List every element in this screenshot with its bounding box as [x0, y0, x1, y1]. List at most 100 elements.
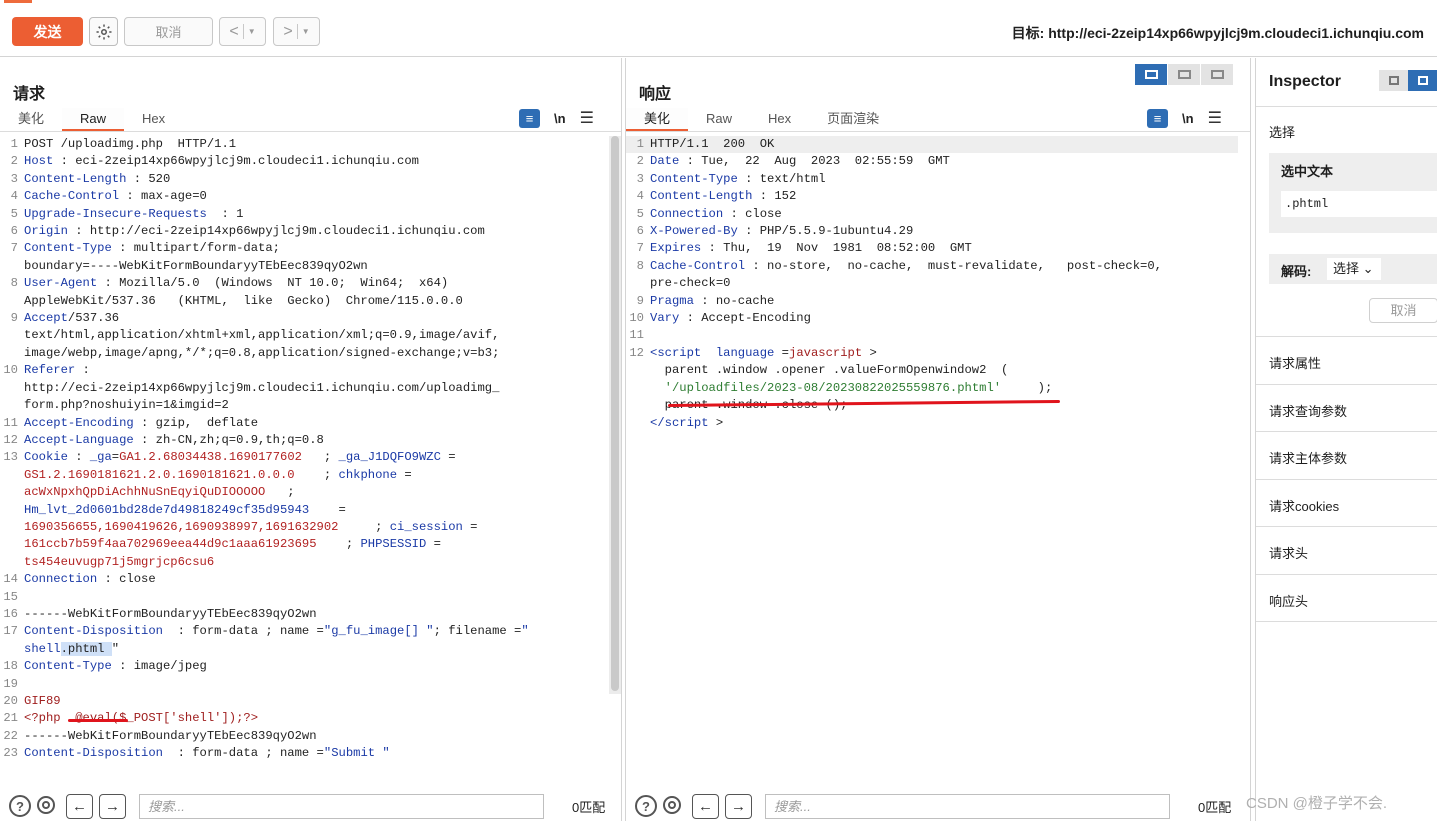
tab-hex[interactable]: Hex	[124, 108, 183, 132]
code-line[interactable]: 19	[0, 676, 608, 693]
code-line[interactable]: 4 Content-Length : 152	[626, 188, 1238, 205]
code-line[interactable]: 7 Content-Type : multipart/form-data;	[0, 240, 608, 257]
code-line[interactable]: 1690356655,1690419626,1690938997,1691632…	[0, 519, 608, 536]
layout-icon[interactable]	[1408, 70, 1437, 91]
request-scrollbar[interactable]	[611, 136, 619, 691]
target-url[interactable]: 目标: http://eci-2zeip14xp66wpyjlcj9m.clou…	[1012, 23, 1424, 43]
layout-tabs-icon[interactable]	[1201, 64, 1234, 85]
dropdown-arrow-icon[interactable]: ▼	[248, 27, 256, 36]
code-line[interactable]: 8 User-Agent : Mozilla/5.0 (Windows NT 10…	[0, 275, 608, 292]
code-line[interactable]: 14 Connection : close	[0, 571, 608, 588]
code-line[interactable]: boundary=----WebKitFormBoundaryyTEbEec83…	[0, 258, 608, 275]
code-line[interactable]: 9 Pragma : no-cache	[626, 293, 1238, 310]
code-line[interactable]: 3 Content-Type : text/html	[626, 171, 1238, 188]
tab-raw[interactable]: Raw	[688, 108, 750, 132]
code-line[interactable]: 10 Vary : Accept-Encoding	[626, 310, 1238, 327]
code-line[interactable]: 5 Upgrade-Insecure-Requests : 1	[0, 206, 608, 223]
code-line[interactable]: 23 Content-Disposition : form-data ; name…	[0, 745, 608, 762]
code-line[interactable]: shell.phtml "	[0, 641, 608, 658]
code-line[interactable]: 10 Referer :	[0, 362, 608, 379]
cancel-button[interactable]: 取消	[124, 17, 213, 46]
section-request-attributes[interactable]: 请求属性	[1256, 336, 1437, 384]
code-line[interactable]: form.php?noshuiyin=1&imgid=2	[0, 397, 608, 414]
code-line[interactable]: 13 Cookie : _ga = GA1.2.68034438.1690177602…	[0, 449, 608, 466]
help-icon[interactable]: ?	[9, 795, 31, 817]
code-line[interactable]: 15	[0, 589, 608, 606]
tab-hex[interactable]: Hex	[750, 108, 809, 132]
code-line[interactable]: AppleWebKit/537.36 (KHTML, like Gecko) C…	[0, 293, 608, 310]
search-next-button[interactable]: →	[725, 793, 752, 819]
section-query-params[interactable]: 请求查询参数	[1256, 384, 1437, 432]
menu-icon[interactable]: ☰	[580, 108, 594, 128]
code-line[interactable]: GS1.2.1690181621.2.0.1690181621.0.0.0 ; …	[0, 467, 608, 484]
forward-button[interactable]: > ▼	[273, 17, 320, 46]
code-line[interactable]: parent .window .opener .valueFormOpenwin…	[626, 362, 1238, 379]
help-icon[interactable]: ?	[635, 795, 657, 817]
gear-icon[interactable]	[34, 793, 58, 820]
code-line[interactable]: 2 Date : Tue, 22 Aug 2023 02:55:59 GMT	[626, 153, 1238, 170]
code-line[interactable]: 8 Cache-Control : no-store, no-cache, mus…	[626, 258, 1238, 275]
code-line[interactable]: 6 Origin : http://eci-2zeip14xp66wpyjlcj9…	[0, 223, 608, 240]
layout-stacked-icon[interactable]	[1168, 64, 1201, 85]
request-editor[interactable]: 1 POST /uploadimg.php HTTP/1.1 2 Host : eci…	[0, 136, 608, 784]
settings-button[interactable]	[89, 17, 118, 46]
response-editor[interactable]: 1 HTTP/1.1 200 OK 2 Date : Tue, 22 Aug 2023…	[626, 136, 1238, 784]
code-line[interactable]: '/uploadfiles/2023-08/20230822025559876.…	[626, 380, 1238, 397]
selected-text-header[interactable]: 选中文本	[1281, 161, 1333, 180]
code-line[interactable]: 9 Accept/537.36	[0, 310, 608, 327]
code-line[interactable]: acWxNpxhQpDiAchhNuSnEqyiQuDIOOOOO ;	[0, 484, 608, 501]
code-line[interactable]: 16 ------WebKitFormBoundaryyTEbEec839qyO2…	[0, 606, 608, 623]
send-button[interactable]: 发送	[12, 17, 83, 46]
search-input[interactable]: 搜索...	[765, 793, 1170, 819]
code-line[interactable]: 12 <script language =javascript >	[626, 345, 1238, 362]
code-line[interactable]: </script >	[626, 415, 1238, 432]
code-line[interactable]: pre-check=0	[626, 275, 1238, 292]
code-line[interactable]: 1 POST /uploadimg.php HTTP/1.1	[0, 136, 608, 153]
code-line[interactable]: 161ccb7b59f4aa702969eea44d9c1aaa61923695…	[0, 536, 608, 553]
code-line[interactable]: 22 ------WebKitFormBoundaryyTEbEec839qyO2…	[0, 728, 608, 745]
tab-raw[interactable]: Raw	[62, 108, 125, 132]
code-line[interactable]: 7 Expires : Thu, 19 Nov 1981 08:52:00 GMT	[626, 240, 1238, 257]
section-body-params[interactable]: 请求主体参数	[1256, 431, 1437, 479]
tab-render[interactable]: 页面渲染	[809, 108, 897, 132]
decode-select[interactable]: 选择 ⌄	[1327, 258, 1381, 280]
tab-pretty[interactable]: 美化	[0, 108, 62, 132]
inspector-cancel-button[interactable]: 取消	[1369, 298, 1437, 323]
back-button[interactable]: < ▼	[219, 17, 266, 46]
code-line[interactable]: 11	[626, 327, 1238, 344]
layout-icon[interactable]	[1379, 70, 1408, 91]
code-line[interactable]: 2 Host : eci-2zeip14xp66wpyjlcj9m.cloudec…	[0, 153, 608, 170]
code-line[interactable]: 1 HTTP/1.1 200 OK	[626, 136, 1238, 154]
newline-icon[interactable]: \n	[554, 111, 566, 126]
code-line[interactable]: 6 X-Powered-By : PHP/5.5.9-1ubuntu4.29	[626, 223, 1238, 240]
word-wrap-icon[interactable]: ≡	[1147, 108, 1168, 128]
code-line[interactable]: 3 Content-Length : 520	[0, 171, 608, 188]
search-prev-button[interactable]: ←	[692, 793, 719, 819]
word-wrap-icon[interactable]: ≡	[519, 108, 540, 128]
code-line[interactable]: 20 GIF89	[0, 693, 608, 710]
code-line[interactable]: ts454euvugp71j5mgrjcp6csu6	[0, 554, 608, 571]
tab-pretty[interactable]: 美化	[626, 108, 689, 132]
layout-side-by-side-icon[interactable]	[1135, 64, 1168, 85]
dropdown-arrow-icon[interactable]: ▼	[302, 27, 310, 36]
code-line[interactable]: text/html,application/xhtml+xml,applicat…	[0, 327, 608, 344]
search-prev-button[interactable]: ←	[66, 793, 93, 819]
code-line[interactable]: 4 Cache-Control : max-age=0	[0, 188, 608, 205]
search-next-button[interactable]: →	[99, 793, 126, 819]
gear-icon[interactable]	[660, 793, 684, 820]
newline-icon[interactable]: \n	[1182, 111, 1194, 126]
selected-text-value[interactable]: .phtml	[1281, 191, 1437, 217]
code-line[interactable]: 18 Content-Type : image/jpeg	[0, 658, 608, 675]
section-response-headers[interactable]: 响应头	[1256, 574, 1437, 622]
section-request-headers[interactable]: 请求头	[1256, 526, 1437, 574]
code-line[interactable]: http://eci-2zeip14xp66wpyjlcj9m.cloudeci…	[0, 380, 608, 397]
section-request-cookies[interactable]: 请求cookies	[1256, 479, 1437, 527]
code-line[interactable]: 5 Connection : close	[626, 206, 1238, 223]
code-line[interactable]: image/webp,image/apng,*/*;q=0.8,applicat…	[0, 345, 608, 362]
code-line[interactable]: 12 Accept-Language : zh-CN,zh;q=0.9,th;q=…	[0, 432, 608, 449]
code-line[interactable]: 11 Accept-Encoding : gzip, deflate	[0, 415, 608, 432]
search-input[interactable]: 搜索...	[139, 793, 544, 819]
menu-icon[interactable]: ☰	[1208, 108, 1222, 128]
code-line[interactable]: Hm_lvt_2d0601bd28de7d49818249cf35d95943 …	[0, 502, 608, 519]
code-line[interactable]: 17 Content-Disposition : form-data ; name…	[0, 623, 608, 640]
